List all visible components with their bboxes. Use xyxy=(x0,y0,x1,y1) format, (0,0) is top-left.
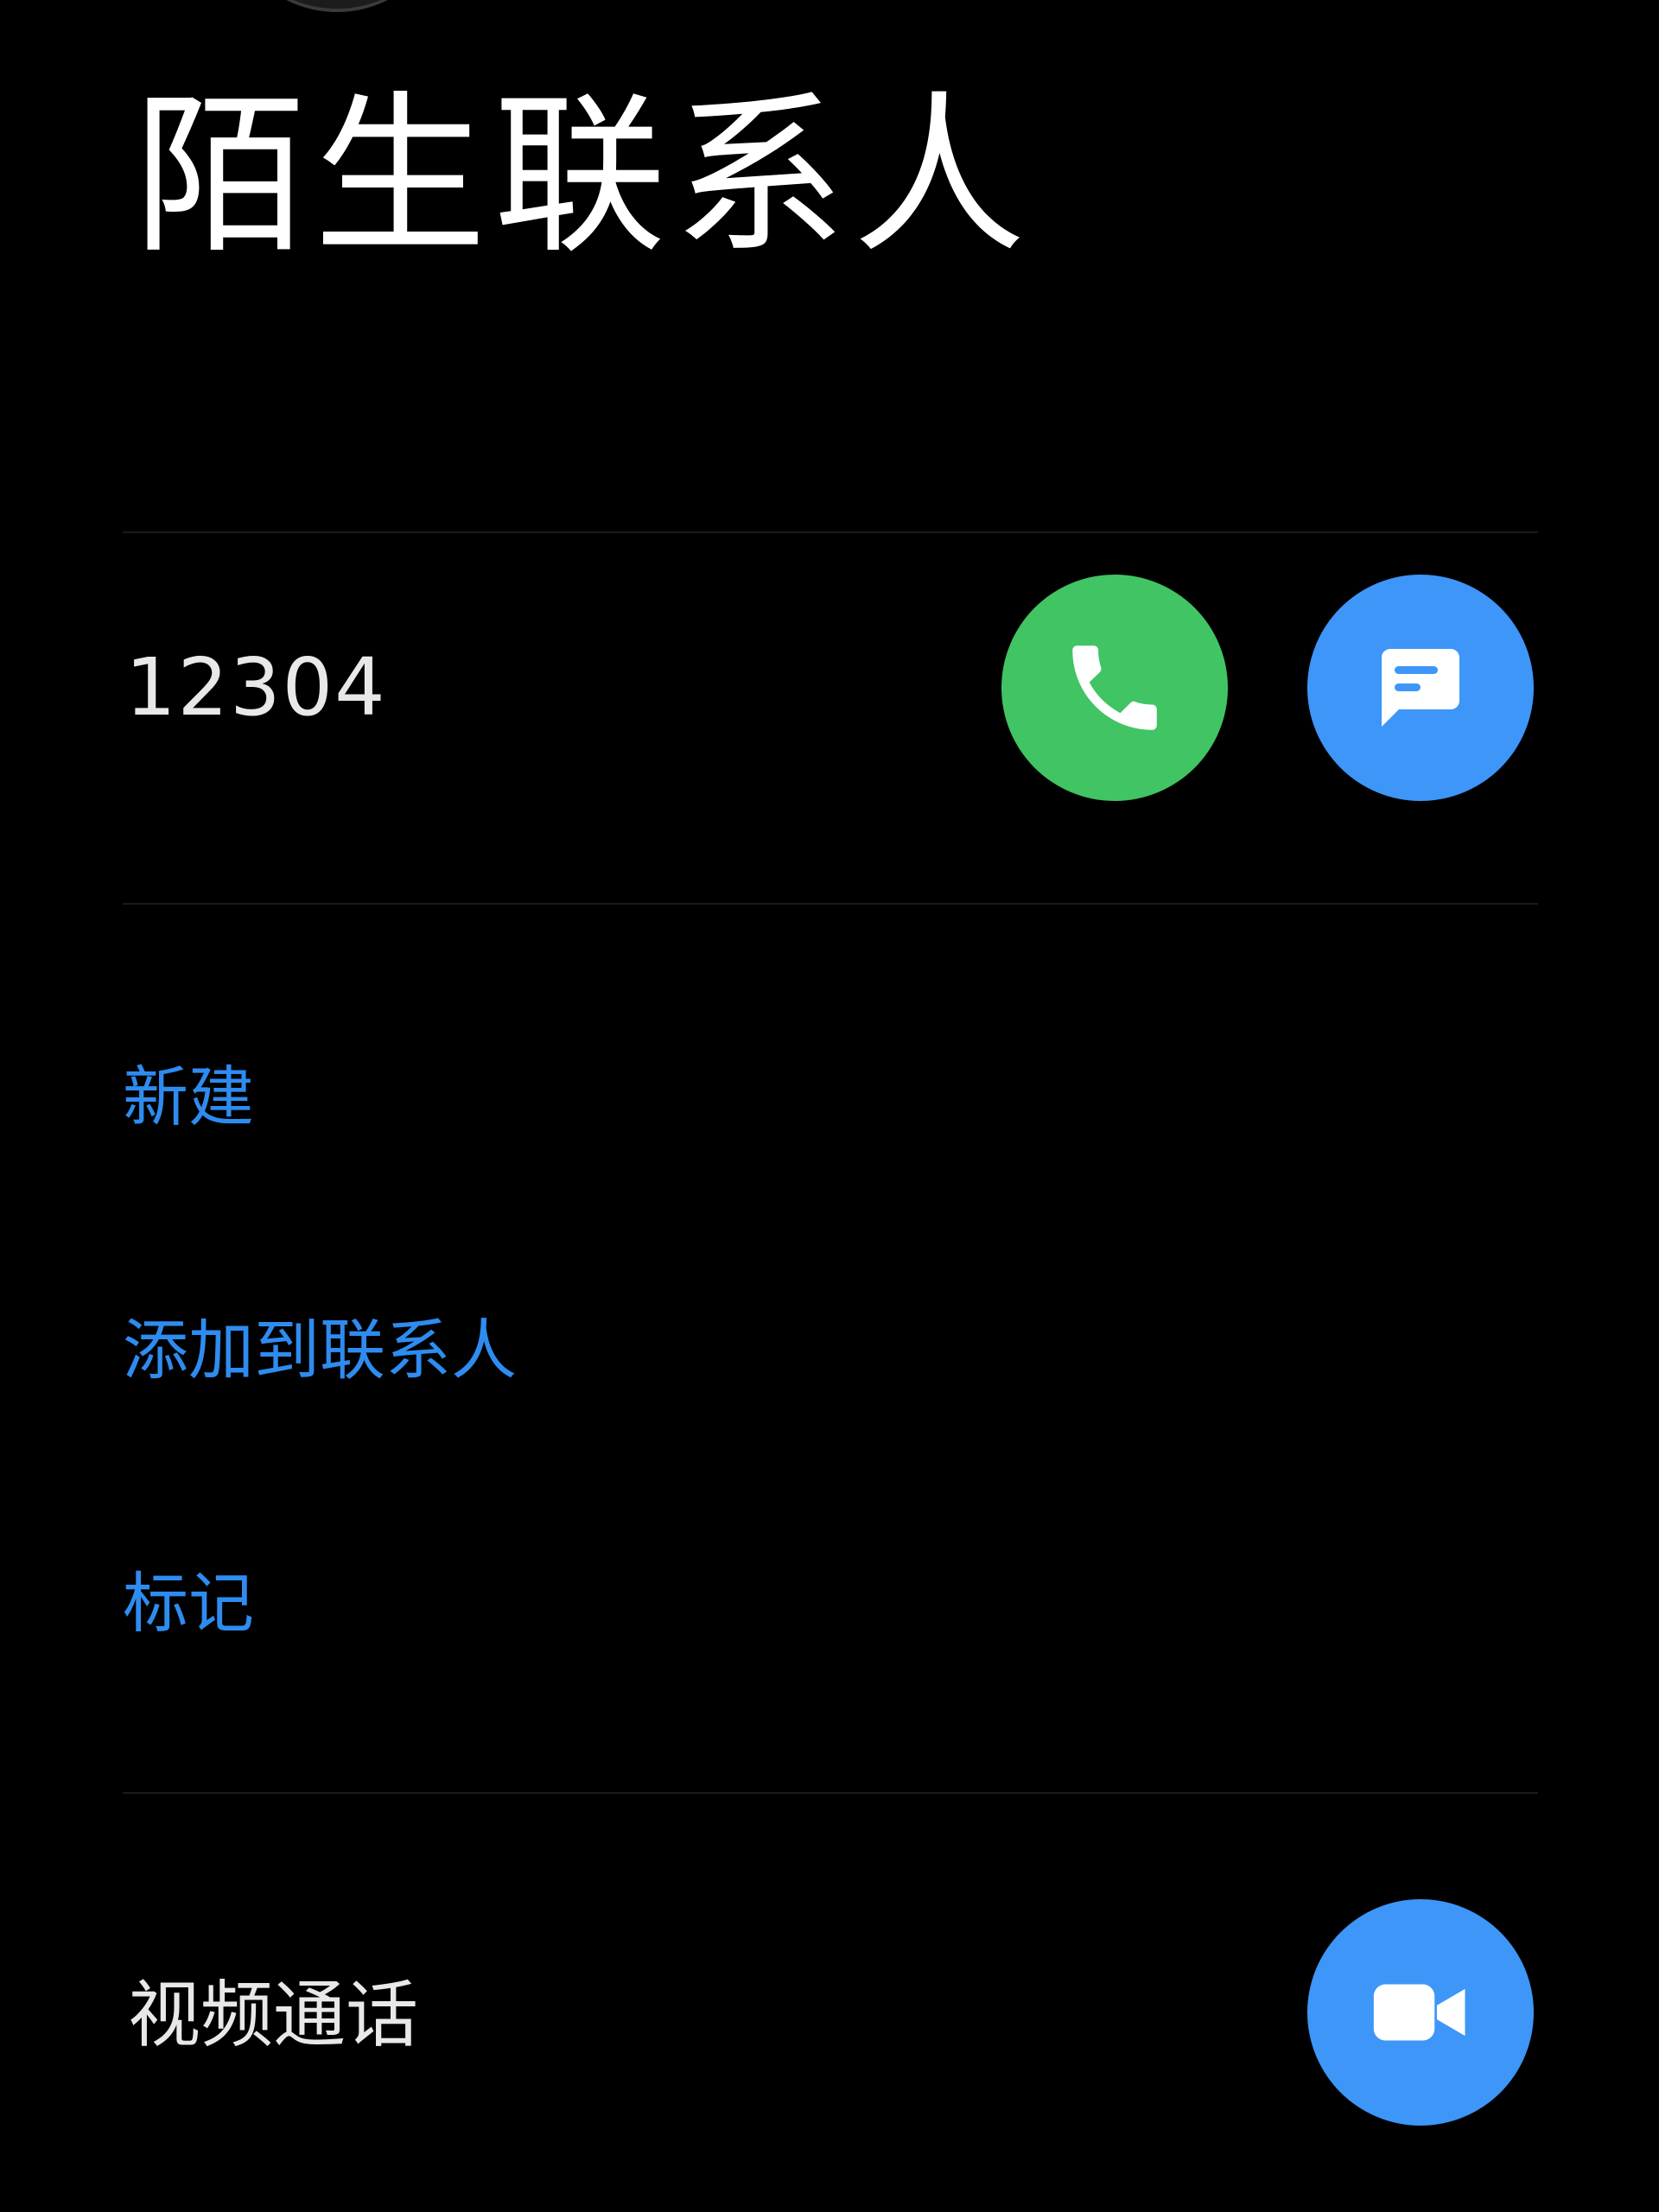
contact-title: 陌生联系人 xyxy=(134,76,1033,277)
add-to-contacts-link[interactable]: 添加到联系人 xyxy=(123,1318,517,1383)
message-button[interactable] xyxy=(1307,575,1534,801)
message-icon xyxy=(1382,649,1459,727)
phone-icon xyxy=(1072,645,1157,730)
avatar xyxy=(225,0,449,12)
video-call-label[interactable]: 视频通话 xyxy=(128,1979,418,2051)
call-button[interactable] xyxy=(1001,575,1228,801)
video-call-button[interactable] xyxy=(1307,1899,1534,2126)
new-contact-link[interactable]: 新建 xyxy=(123,1065,254,1130)
video-camera-icon xyxy=(1373,1984,1465,2041)
mark-link[interactable]: 标记 xyxy=(123,1571,254,1637)
divider xyxy=(123,1792,1538,1794)
phone-number[interactable]: 12304 xyxy=(125,648,387,728)
divider xyxy=(123,903,1538,905)
divider xyxy=(123,531,1538,533)
